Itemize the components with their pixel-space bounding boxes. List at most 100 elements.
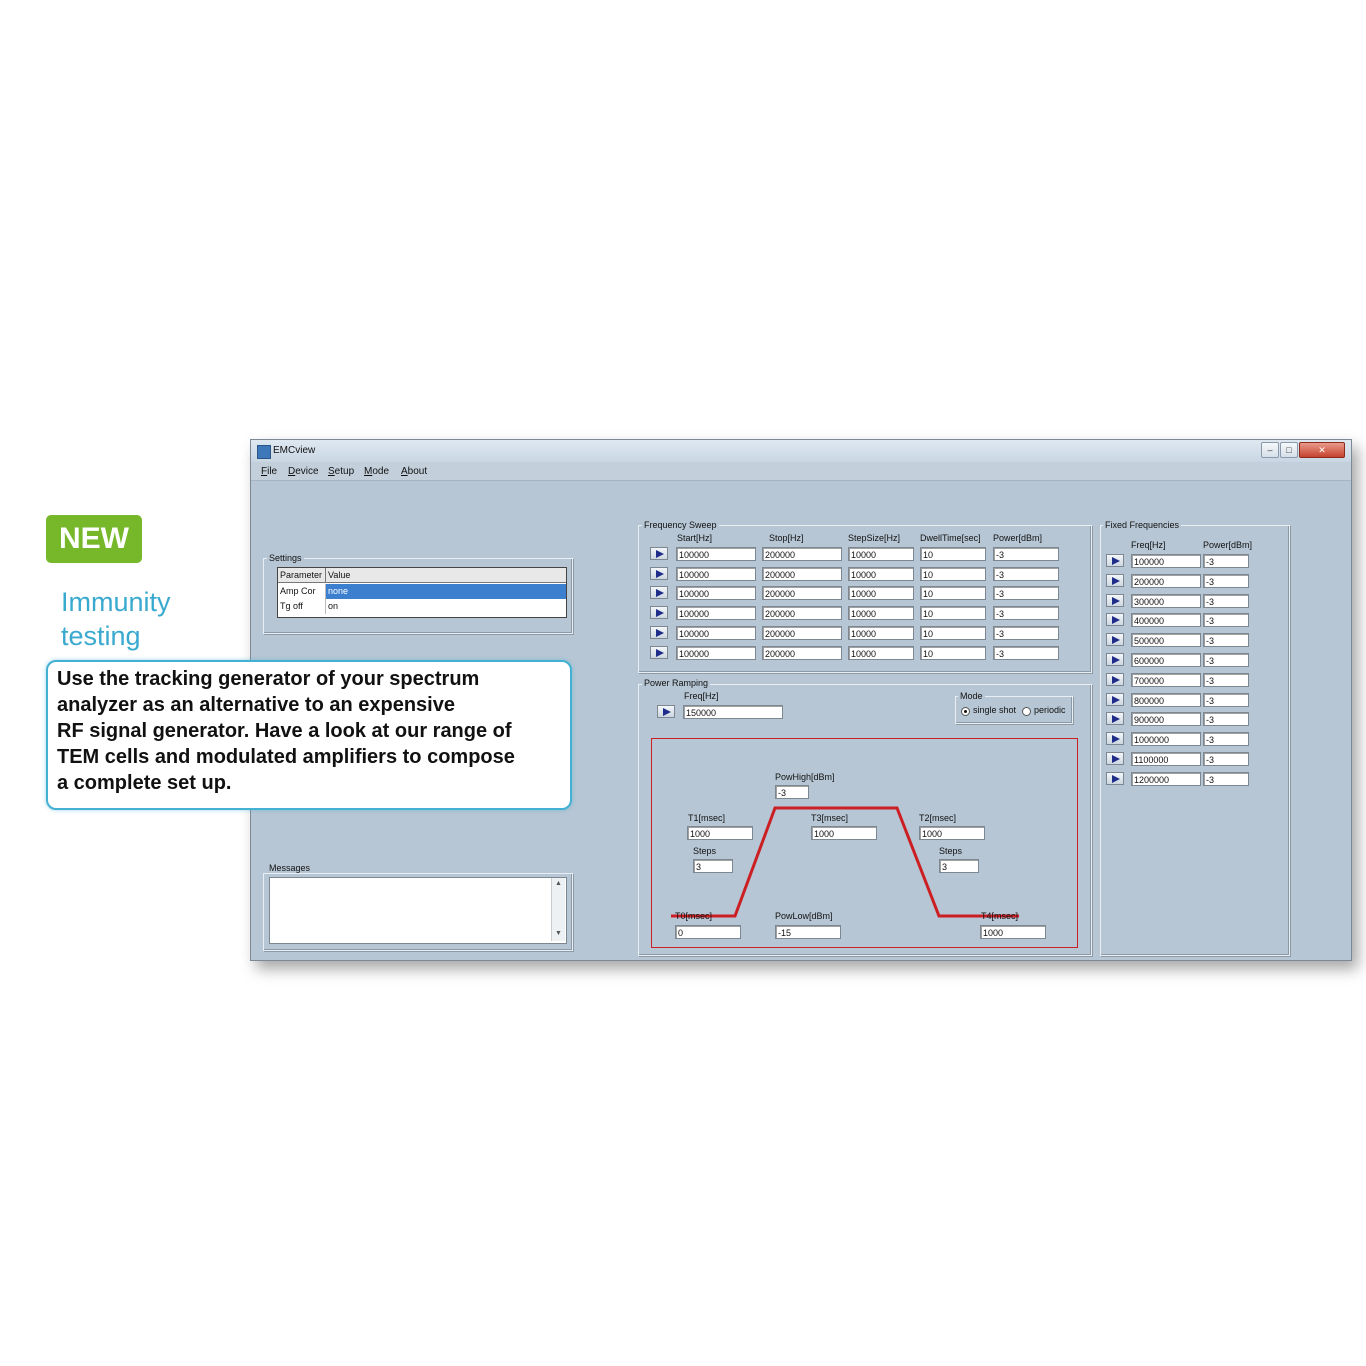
fixed-freq-input[interactable]: 500000 bbox=[1131, 633, 1201, 648]
settings-header-parameter[interactable]: Parameter bbox=[278, 568, 326, 583]
sweep-row-play-button[interactable] bbox=[650, 566, 668, 580]
sweep-stepsize-input[interactable]: 10000 bbox=[848, 625, 914, 640]
sweep-start-input[interactable]: 100000 bbox=[676, 606, 756, 621]
fixed-freq-input[interactable]: 1100000 bbox=[1131, 752, 1201, 766]
t1-input[interactable]: 1000 bbox=[687, 826, 753, 840]
fixed-row-play-button[interactable] bbox=[1106, 692, 1124, 706]
fixed-row-play-button[interactable] bbox=[1106, 593, 1124, 607]
pow-high-input[interactable]: -3 bbox=[775, 785, 809, 799]
sweep-stepsize-input[interactable]: 10000 bbox=[848, 566, 914, 581]
messages-textarea[interactable] bbox=[269, 877, 567, 944]
fixed-freq-input[interactable]: 1200000 bbox=[1131, 771, 1201, 786]
fixed-power-input[interactable]: -3 bbox=[1203, 712, 1249, 727]
sweep-stepsize-input[interactable]: 10000 bbox=[848, 547, 914, 561]
fixed-row-play-button[interactable] bbox=[1106, 712, 1124, 726]
sweep-dwelltime-input[interactable]: 10 bbox=[920, 645, 986, 660]
fixed-power-input[interactable]: -3 bbox=[1203, 593, 1249, 608]
sweep-start-input[interactable]: 100000 bbox=[676, 566, 756, 581]
sweep-power-input[interactable]: -3 bbox=[993, 586, 1059, 601]
fixed-power-input[interactable]: -3 bbox=[1203, 672, 1249, 687]
fixed-power-input[interactable]: -3 bbox=[1203, 633, 1249, 648]
fixed-row-play-button[interactable] bbox=[1106, 752, 1124, 765]
single-shot-label[interactable]: single shot bbox=[973, 705, 1016, 715]
t3-input[interactable]: 1000 bbox=[811, 826, 877, 840]
fixed-freq-input[interactable]: 200000 bbox=[1131, 573, 1201, 588]
fixed-row-play-button[interactable] bbox=[1106, 554, 1124, 567]
menu-about[interactable]: About bbox=[401, 466, 427, 477]
fixed-power-input[interactable]: -3 bbox=[1203, 692, 1249, 707]
fixed-row-play-button[interactable] bbox=[1106, 771, 1124, 785]
fixed-freq-input[interactable]: 1000000 bbox=[1131, 732, 1201, 747]
fixed-freq-input[interactable]: 900000 bbox=[1131, 712, 1201, 727]
fixed-power-input[interactable]: -3 bbox=[1203, 732, 1249, 747]
sweep-dwelltime-input[interactable]: 10 bbox=[920, 606, 986, 621]
sweep-dwelltime-input[interactable]: 10 bbox=[920, 566, 986, 581]
settings-header-value[interactable]: Value bbox=[326, 568, 566, 583]
sweep-dwelltime-input[interactable]: 10 bbox=[920, 586, 986, 601]
fixed-row-play-button[interactable] bbox=[1106, 613, 1124, 627]
fixed-row-play-button[interactable] bbox=[1106, 672, 1124, 686]
sweep-power-input[interactable]: -3 bbox=[993, 645, 1059, 660]
periodic-radio[interactable] bbox=[1022, 707, 1031, 716]
sweep-start-input[interactable]: 100000 bbox=[676, 547, 756, 561]
fixed-power-input[interactable]: -3 bbox=[1203, 653, 1249, 667]
menu-setup[interactable]: Setup bbox=[328, 466, 354, 477]
menu-mode[interactable]: Mode bbox=[364, 466, 389, 477]
steps-up-input[interactable]: 3 bbox=[693, 859, 733, 873]
fixed-row-play-button[interactable] bbox=[1106, 653, 1124, 666]
single-shot-radio[interactable] bbox=[961, 707, 970, 716]
sweep-stepsize-input[interactable]: 10000 bbox=[848, 606, 914, 621]
sweep-dwelltime-input[interactable]: 10 bbox=[920, 547, 986, 561]
t4-input[interactable]: 1000 bbox=[980, 925, 1046, 939]
scroll-up-icon[interactable]: ▲ bbox=[555, 880, 562, 887]
sweep-power-input[interactable]: -3 bbox=[993, 547, 1059, 561]
fixed-row-play-button[interactable] bbox=[1106, 573, 1124, 587]
settings-param-cell[interactable]: Amp Cor bbox=[278, 584, 326, 599]
fixed-power-input[interactable]: -3 bbox=[1203, 752, 1249, 766]
sweep-row-play-button[interactable] bbox=[650, 547, 668, 560]
fixed-freq-input[interactable]: 400000 bbox=[1131, 613, 1201, 628]
sweep-dwelltime-input[interactable]: 10 bbox=[920, 625, 986, 640]
fixed-power-input[interactable]: -3 bbox=[1203, 613, 1249, 628]
close-button[interactable]: ✕ bbox=[1299, 442, 1345, 458]
maximize-button[interactable]: □ bbox=[1280, 442, 1298, 458]
sweep-start-input[interactable]: 100000 bbox=[676, 586, 756, 601]
sweep-stop-input[interactable]: 200000 bbox=[762, 586, 842, 601]
sweep-stop-input[interactable]: 200000 bbox=[762, 606, 842, 621]
menu-file[interactable]: File bbox=[261, 466, 277, 477]
sweep-stop-input[interactable]: 200000 bbox=[762, 566, 842, 581]
messages-scrollbar[interactable]: ▲ ▼ bbox=[551, 878, 565, 941]
sweep-row-play-button[interactable] bbox=[650, 645, 668, 659]
steps-down-input[interactable]: 3 bbox=[939, 859, 979, 873]
minimize-button[interactable]: – bbox=[1261, 442, 1279, 458]
scroll-down-icon[interactable]: ▼ bbox=[555, 930, 562, 937]
sweep-row-play-button[interactable] bbox=[650, 606, 668, 620]
sweep-stop-input[interactable]: 200000 bbox=[762, 547, 842, 561]
settings-value-cell[interactable]: on bbox=[326, 599, 566, 614]
sweep-start-input[interactable]: 100000 bbox=[676, 645, 756, 660]
sweep-stop-input[interactable]: 200000 bbox=[762, 645, 842, 660]
sweep-stepsize-input[interactable]: 10000 bbox=[848, 645, 914, 660]
fixed-freq-input[interactable]: 800000 bbox=[1131, 692, 1201, 707]
settings-value-cell-selected[interactable]: none bbox=[326, 584, 566, 599]
ramp-start-play-button[interactable] bbox=[657, 705, 675, 718]
fixed-power-input[interactable]: -3 bbox=[1203, 771, 1249, 786]
pow-low-input[interactable]: -15 bbox=[775, 925, 841, 939]
sweep-start-input[interactable]: 100000 bbox=[676, 625, 756, 640]
sweep-power-input[interactable]: -3 bbox=[993, 625, 1059, 640]
periodic-label[interactable]: periodic bbox=[1034, 705, 1066, 715]
sweep-row-play-button[interactable] bbox=[650, 625, 668, 639]
fixed-power-input[interactable]: -3 bbox=[1203, 573, 1249, 588]
fixed-freq-input[interactable]: 300000 bbox=[1131, 593, 1201, 608]
fixed-row-play-button[interactable] bbox=[1106, 732, 1124, 746]
t0-input[interactable]: 0 bbox=[675, 925, 741, 939]
settings-param-cell[interactable]: Tg off bbox=[278, 599, 326, 614]
fixed-freq-input[interactable]: 700000 bbox=[1131, 672, 1201, 687]
sweep-stepsize-input[interactable]: 10000 bbox=[848, 586, 914, 601]
ramp-freq-input[interactable]: 150000 bbox=[683, 705, 783, 719]
sweep-power-input[interactable]: -3 bbox=[993, 606, 1059, 621]
fixed-power-input[interactable]: -3 bbox=[1203, 554, 1249, 568]
sweep-row-play-button[interactable] bbox=[650, 586, 668, 600]
sweep-stop-input[interactable]: 200000 bbox=[762, 625, 842, 640]
fixed-row-play-button[interactable] bbox=[1106, 633, 1124, 647]
